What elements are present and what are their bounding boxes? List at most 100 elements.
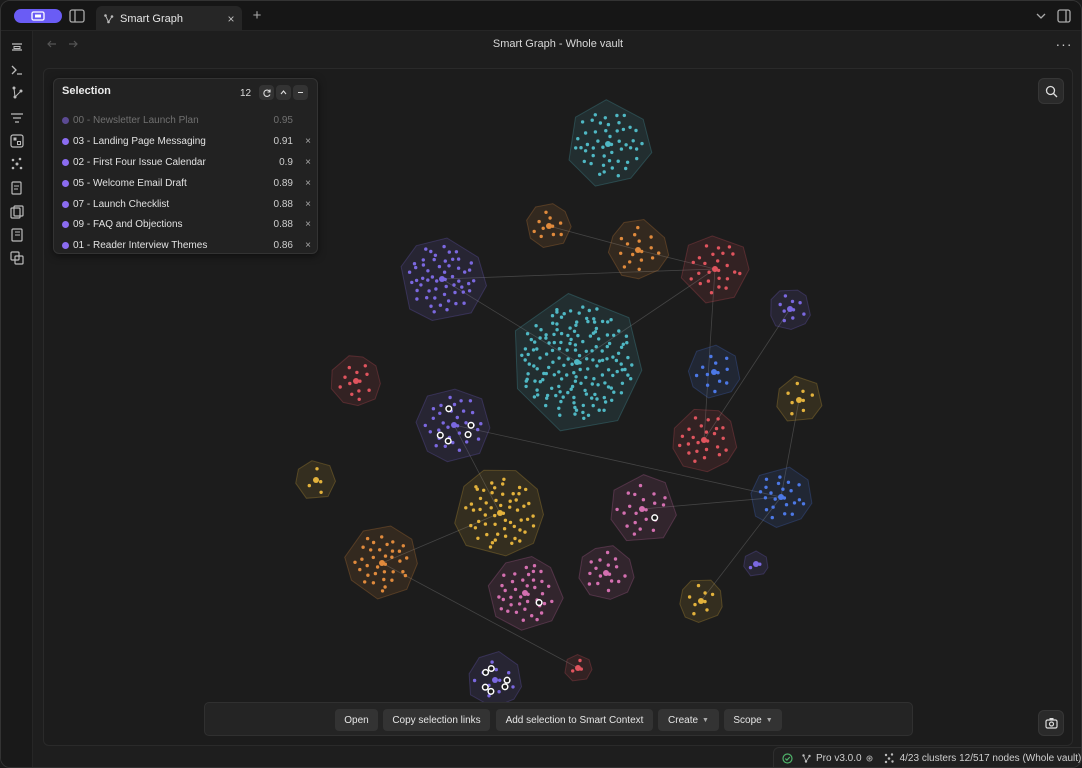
- graph-node[interactable]: [650, 256, 655, 260]
- graph-node[interactable]: [526, 352, 530, 357]
- graph-node[interactable]: [778, 302, 782, 307]
- graph-node[interactable]: [471, 508, 476, 512]
- graph-node[interactable]: [738, 271, 742, 276]
- graph-node[interactable]: [373, 571, 378, 576]
- graph-node[interactable]: [591, 153, 595, 158]
- graph-node[interactable]: [644, 517, 648, 521]
- vault-switcher-button[interactable]: [14, 9, 62, 23]
- graph-node[interactable]: [693, 602, 697, 607]
- graph-node[interactable]: [596, 139, 600, 143]
- graph-node[interactable]: [776, 481, 781, 486]
- graph-node[interactable]: [456, 257, 461, 261]
- graph-node[interactable]: [615, 507, 619, 512]
- graph-node[interactable]: [559, 340, 563, 345]
- graph-node[interactable]: [782, 309, 786, 313]
- graph-node[interactable]: [512, 524, 516, 529]
- graph-node[interactable]: [721, 436, 725, 440]
- graph-node[interactable]: [390, 549, 395, 553]
- graph-node[interactable]: [663, 496, 667, 500]
- graph-node[interactable]: [483, 513, 487, 517]
- graph-node[interactable]: [460, 285, 464, 289]
- right-sidebar-toggle-icon[interactable]: [1057, 9, 1071, 23]
- graph-node[interactable]: [623, 367, 627, 372]
- graph-node[interactable]: [450, 274, 455, 279]
- graph-node[interactable]: [513, 536, 517, 541]
- graph-node[interactable]: [457, 448, 462, 452]
- graph-node[interactable]: [624, 334, 629, 338]
- graph-node[interactable]: [514, 498, 518, 502]
- selection-item[interactable]: 01 - Reader Interview Themes 0.86 ×: [62, 235, 311, 255]
- graph-node[interactable]: [626, 373, 630, 377]
- graph-node[interactable]: [562, 363, 566, 367]
- graph-node[interactable]: [615, 129, 619, 133]
- graph-node[interactable]: [641, 498, 646, 502]
- graph-node[interactable]: [524, 379, 528, 383]
- graph-node[interactable]: [540, 579, 544, 584]
- graph-node[interactable]: [705, 608, 709, 612]
- graph-node[interactable]: [598, 121, 603, 125]
- graph-node[interactable]: [628, 146, 633, 150]
- graph-node[interactable]: [382, 577, 386, 582]
- graph-node[interactable]: [583, 388, 587, 393]
- graph-node[interactable]: [525, 584, 529, 588]
- graph-node[interactable]: [617, 579, 621, 584]
- graph-node[interactable]: [401, 544, 405, 548]
- graph-node[interactable]: [365, 372, 369, 376]
- graph-node[interactable]: [476, 427, 480, 432]
- graph-node[interactable]: [686, 442, 691, 446]
- graph-node[interactable]: [430, 275, 435, 279]
- graph-node[interactable]: [526, 572, 531, 577]
- graph-node[interactable]: [608, 134, 612, 139]
- graph-node[interactable]: [550, 348, 555, 353]
- graph-node[interactable]: [606, 588, 611, 593]
- graph-node[interactable]: [789, 489, 793, 493]
- graph-node[interactable]: [443, 259, 447, 263]
- graph-node[interactable]: [524, 487, 528, 492]
- graph-node[interactable]: [469, 261, 473, 265]
- graph-node[interactable]: [531, 514, 535, 518]
- graph-node[interactable]: [319, 490, 323, 494]
- graph-node[interactable]: [712, 431, 717, 436]
- graph-node[interactable]: [605, 357, 609, 361]
- graph-node[interactable]: [523, 530, 527, 534]
- more-options-button[interactable]: ···: [1055, 36, 1073, 52]
- graph-node[interactable]: [582, 159, 586, 164]
- graph-node[interactable]: [575, 320, 579, 324]
- graph-node[interactable]: [605, 550, 610, 555]
- graph-node[interactable]: [533, 340, 537, 344]
- graph-node[interactable]: [570, 362, 574, 366]
- graph-node[interactable]: [385, 542, 389, 547]
- graph-node[interactable]: [615, 113, 619, 118]
- graph-node[interactable]: [636, 225, 640, 230]
- graph-node[interactable]: [598, 558, 602, 562]
- graph-node[interactable]: [538, 380, 542, 384]
- graph-node[interactable]: [602, 408, 606, 412]
- graph-node[interactable]: [797, 498, 802, 502]
- graph-node[interactable]: [552, 332, 556, 337]
- graph-node[interactable]: [559, 377, 564, 381]
- selection-item[interactable]: 00 - Newsletter Launch Plan 0.95: [62, 110, 311, 130]
- graph-node[interactable]: [590, 396, 594, 400]
- graph-node[interactable]: [431, 407, 436, 411]
- graph-node[interactable]: [459, 399, 463, 403]
- selection-item[interactable]: 07 - Launch Checklist 0.88 ×: [62, 194, 311, 214]
- graph-node[interactable]: [593, 113, 597, 117]
- graph-node[interactable]: [693, 459, 697, 463]
- graph-node[interactable]: [539, 569, 543, 574]
- graph-node[interactable]: [555, 328, 559, 332]
- graph-node[interactable]: [421, 258, 425, 262]
- cluster-center-node[interactable]: [753, 561, 759, 567]
- graph-node[interactable]: [457, 279, 461, 283]
- cluster-center-node[interactable]: [796, 397, 802, 403]
- graph-node[interactable]: [531, 348, 536, 352]
- graph-node[interactable]: [397, 549, 402, 553]
- graph-node[interactable]: [357, 397, 361, 401]
- graph-node[interactable]: [573, 348, 578, 352]
- filter-icon[interactable]: [9, 110, 25, 126]
- graph-node[interactable]: [573, 343, 578, 347]
- graph-node[interactable]: [605, 344, 609, 349]
- graph-node[interactable]: [652, 492, 656, 496]
- graph-node[interactable]: [802, 312, 806, 316]
- graph-node[interactable]: [532, 564, 537, 568]
- graph-node[interactable]: [544, 210, 548, 214]
